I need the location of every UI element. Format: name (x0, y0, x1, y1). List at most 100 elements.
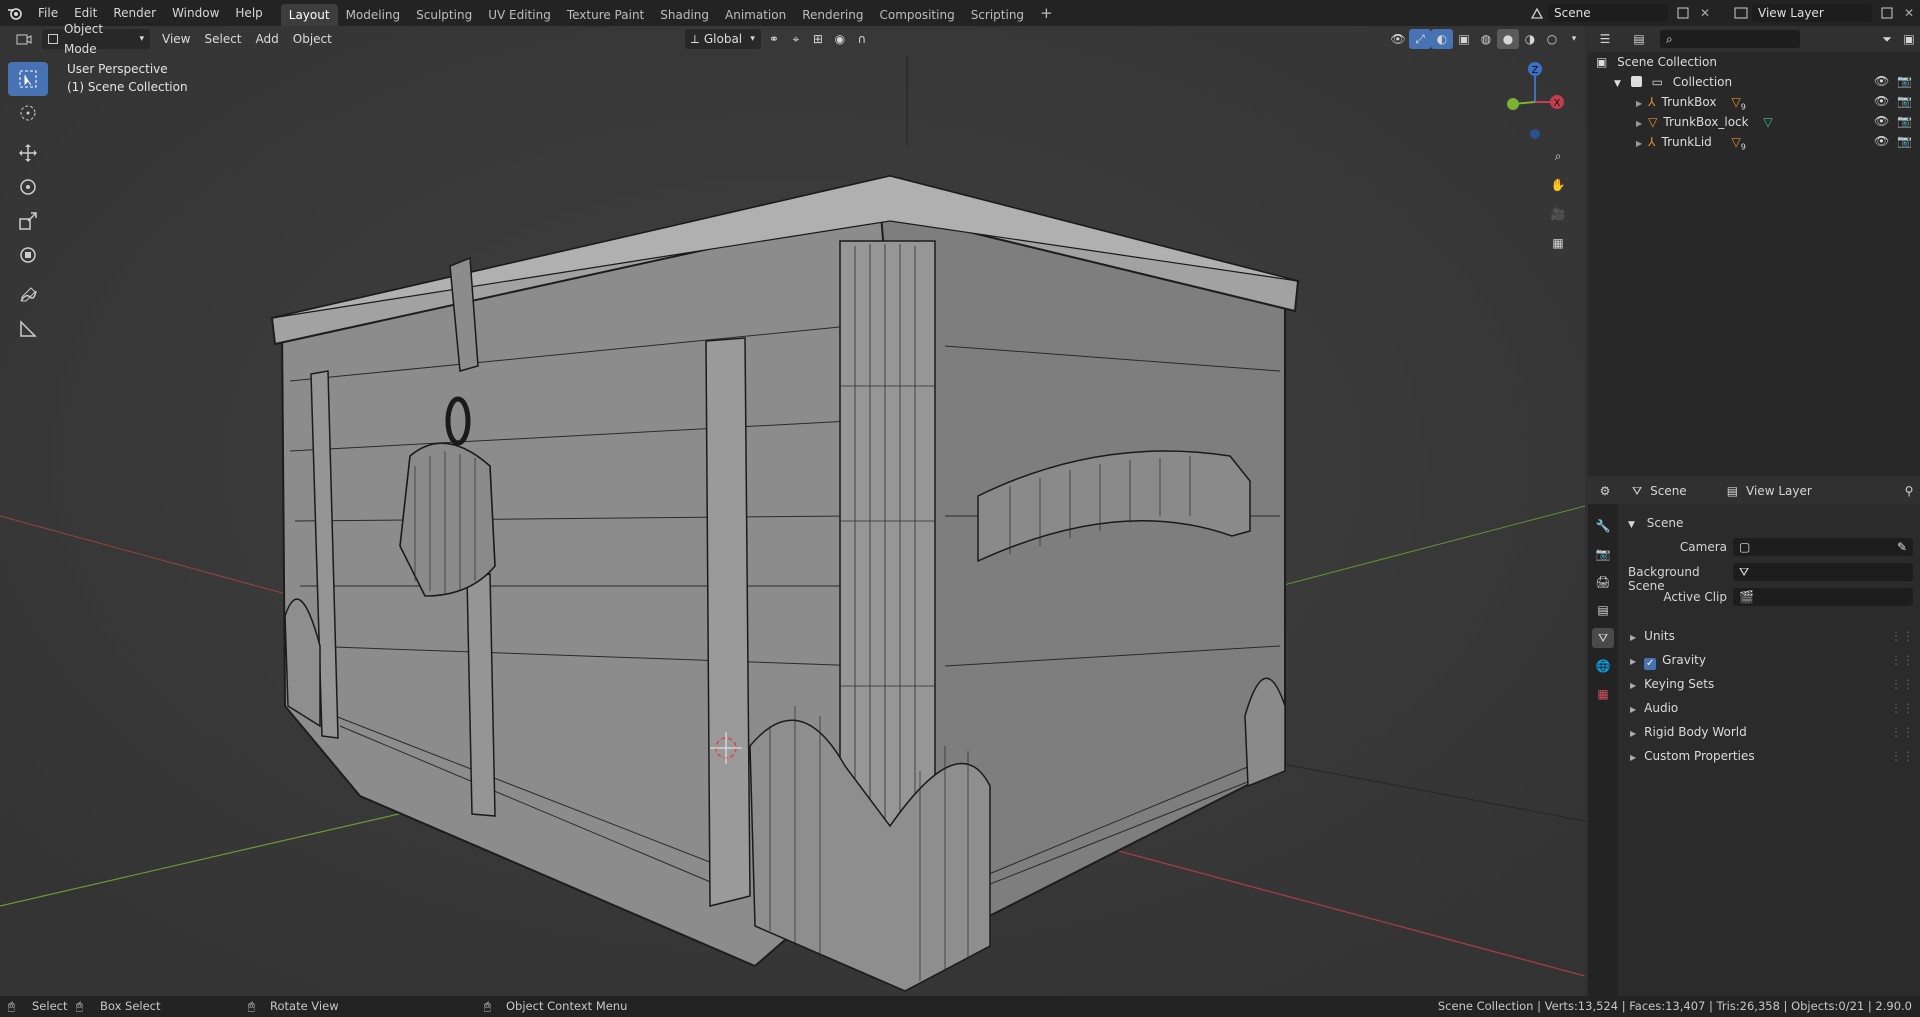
scale-tool[interactable] (8, 204, 48, 238)
drag-handle-icon[interactable]: ⋮⋮ (1890, 697, 1914, 719)
cursor-tool[interactable] (8, 96, 48, 130)
rotate-tool[interactable] (8, 170, 48, 204)
workspace-tab-uv-editing[interactable]: UV Editing (480, 4, 559, 26)
view-layer-field[interactable]: View Layer (1752, 4, 1872, 22)
scene-icon[interactable] (1526, 3, 1548, 23)
filter-icon[interactable]: ⏷ (1876, 29, 1898, 49)
new-collection-icon[interactable]: ▣ (1898, 29, 1920, 49)
tool-tab-icon[interactable]: 🔧 (1592, 516, 1614, 536)
panel-rigid-body-world[interactable]: ▶ Rigid Body World ⋮⋮ (1630, 721, 1920, 743)
drag-handle-icon[interactable]: ⋮⋮ (1890, 625, 1914, 647)
close-icon[interactable]: ✕ (1694, 3, 1716, 23)
visibility-icon[interactable]: 👁 (1387, 29, 1409, 49)
close-icon[interactable]: ✕ (1898, 3, 1920, 23)
zoom-icon[interactable]: ⌕ (1547, 146, 1569, 166)
move-tool[interactable] (8, 136, 48, 170)
scene-tab-icon[interactable]: ⛛ (1592, 628, 1614, 648)
panel-keying-sets[interactable]: ▶ Keying Sets ⋮⋮ (1630, 673, 1920, 695)
mesh-data-icon[interactable]: ▽ (1763, 115, 1772, 129)
expand-arrow-icon[interactable]: ▶ (1636, 119, 1642, 128)
view-layer-tab-icon[interactable]: ▤ (1592, 600, 1614, 620)
annotate-tool[interactable] (8, 278, 48, 312)
chevron-down-icon[interactable]: ▾ (1563, 29, 1585, 49)
outliner-item[interactable]: ▶ ⅄ TrunkBox ▽9 (1588, 92, 1920, 112)
output-tab-icon[interactable]: 🖨 (1592, 572, 1614, 592)
workspace-tab-texture-paint[interactable]: Texture Paint (559, 4, 652, 26)
workspace-tab-modeling[interactable]: Modeling (338, 4, 409, 26)
pan-hand-icon[interactable]: ✋ (1547, 175, 1569, 195)
editor-type-icon[interactable] (6, 29, 42, 49)
panel-units[interactable]: ▶ Units ⋮⋮ (1630, 625, 1920, 647)
xray-icon[interactable]: ▣ (1453, 29, 1475, 49)
texture-tab-icon[interactable]: ▦ (1592, 684, 1614, 704)
eye-icon[interactable]: 👁 (1874, 74, 1889, 88)
camera-render-icon[interactable]: 📷 (1897, 114, 1912, 128)
workspace-tab-layout[interactable]: Layout (280, 4, 338, 26)
navigation-gizmo[interactable]: Z X (1498, 56, 1568, 146)
drag-handle-icon[interactable]: ⋮⋮ (1890, 673, 1914, 695)
outliner-search-input[interactable]: ⌕ (1660, 30, 1800, 48)
menu-file[interactable]: File (30, 2, 66, 24)
scene-name-field[interactable]: Scene (1548, 4, 1668, 22)
eyedropper-icon[interactable]: ✎ (1897, 538, 1907, 556)
overlay-toggle-icon[interactable]: ◐ (1431, 29, 1453, 49)
world-tab-icon[interactable]: 🌐 (1592, 656, 1614, 676)
panel-custom-properties[interactable]: ▶ Custom Properties ⋮⋮ (1630, 745, 1920, 767)
expand-arrow-icon[interactable]: ▶ (1636, 139, 1642, 148)
eye-icon[interactable]: 👁 (1874, 94, 1889, 108)
workspace-tab-shading[interactable]: Shading (652, 4, 717, 26)
gravity-checkbox[interactable]: ✓ (1644, 658, 1657, 670)
viewport-menu-object[interactable]: Object (287, 29, 338, 49)
camera-render-icon[interactable]: 📷 (1897, 134, 1912, 148)
proportional-edit-icon[interactable]: ◉ (829, 29, 851, 49)
ortho-grid-icon[interactable]: ▦ (1547, 233, 1569, 253)
workspace-tab-compositing[interactable]: Compositing (871, 4, 962, 26)
modifier-icon[interactable]: ▽ (1732, 95, 1741, 109)
expand-arrow-icon[interactable]: ▶ (1636, 99, 1642, 108)
measure-tool[interactable] (8, 312, 48, 346)
3d-viewport[interactable] (0, 26, 1585, 996)
add-workspace-button[interactable]: + (1032, 2, 1061, 24)
snap-target-icon[interactable]: ⊞ (807, 29, 829, 49)
scene-panel-header[interactable]: ▼ Scene (1628, 512, 1918, 534)
solid-shading-icon[interactable]: ● (1497, 29, 1519, 49)
pivot-point-icon[interactable]: ⚭ (763, 29, 785, 49)
camera-view-icon[interactable]: 🎥 (1547, 204, 1569, 224)
panel-audio[interactable]: ▶ Audio ⋮⋮ (1630, 697, 1920, 719)
blender-logo-icon[interactable] (0, 3, 30, 23)
gizmo-toggle-icon[interactable]: ⤢ (1409, 29, 1431, 49)
panel-gravity[interactable]: ▶ ✓ Gravity ⋮⋮ (1630, 649, 1920, 671)
mode-select[interactable]: Object Mode ▾ (42, 22, 150, 56)
snap-icon[interactable]: ⌖ (785, 29, 807, 49)
workspace-tab-scripting[interactable]: Scripting (963, 4, 1032, 26)
eye-icon[interactable]: 👁 (1874, 114, 1889, 128)
material-shading-icon[interactable]: ◑ (1519, 29, 1541, 49)
new-view-layer-icon[interactable] (1876, 3, 1898, 23)
active-clip-field[interactable]: 🎬 (1733, 588, 1913, 606)
workspace-tab-sculpting[interactable]: Sculpting (408, 4, 480, 26)
view-layer-icon[interactable] (1730, 3, 1752, 23)
menu-help[interactable]: Help (227, 2, 270, 24)
drag-handle-icon[interactable]: ⋮⋮ (1890, 649, 1914, 671)
outliner-item[interactable]: ▶ ▽ TrunkBox_lock ▽ (1588, 112, 1920, 132)
eye-icon[interactable]: 👁 (1874, 134, 1889, 148)
outliner-item[interactable]: ▶ ⅄ TrunkLid ▽9 (1588, 132, 1920, 152)
falloff-icon[interactable]: ∩ (851, 29, 873, 49)
properties-editor-icon[interactable]: ⚙ (1588, 481, 1622, 501)
scene-collection-row[interactable]: ▣ Scene Collection (1588, 52, 1920, 72)
select-box-tool[interactable] (8, 62, 48, 96)
menu-window[interactable]: Window (164, 2, 227, 24)
new-scene-icon[interactable] (1672, 3, 1694, 23)
pin-icon[interactable]: ⚲ (1898, 481, 1920, 501)
background-scene-field[interactable]: ⛛ (1733, 563, 1913, 581)
transform-tool[interactable] (8, 238, 48, 272)
viewport-menu-view[interactable]: View (156, 29, 196, 49)
viewport-menu-add[interactable]: Add (250, 29, 285, 49)
wireframe-shading-icon[interactable]: ◍ (1475, 29, 1497, 49)
display-mode-icon[interactable]: ▤ (1622, 29, 1656, 49)
viewport-menu-select[interactable]: Select (198, 29, 247, 49)
modifier-icon[interactable]: ▽ (1732, 135, 1741, 149)
collection-row[interactable]: ▼ ▭ Collection (1588, 72, 1920, 92)
transform-orientation-select[interactable]: ⟂ Global ▾ (684, 29, 761, 49)
outliner-editor-icon[interactable]: ☰ (1588, 29, 1622, 49)
